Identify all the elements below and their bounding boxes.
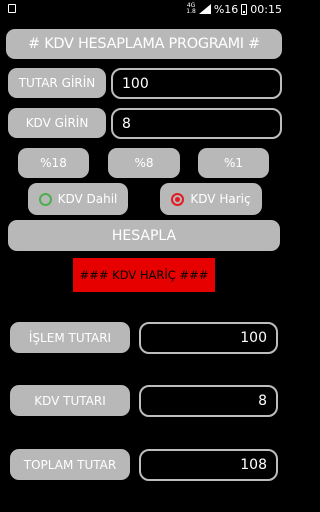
status-bar: 4G 1.8 %16 00:15 (0, 0, 288, 18)
calculate-button[interactable]: HESAPLA (8, 220, 280, 251)
rate-1-button[interactable]: %1 (198, 148, 269, 178)
total-amount-label: TOPLAM TUTAR (10, 449, 130, 480)
signal-icon (198, 4, 211, 14)
clock: 00:15 (250, 2, 282, 16)
amount-input[interactable] (111, 68, 282, 99)
battery-icon (241, 3, 248, 15)
battery-percent: %16 (213, 2, 239, 16)
vat-included-radio[interactable]: KDV Dahil (28, 183, 128, 215)
vat-excluded-label: KDV Hariç (190, 192, 251, 206)
app-title: # KDV HESAPLAMA PROGRAMI # (6, 29, 282, 59)
vat-amount-label: KDV TUTARI (10, 385, 130, 416)
transaction-amount-field[interactable] (139, 322, 278, 354)
vat-included-label: KDV Dahil (57, 192, 118, 206)
transaction-amount-label: İŞLEM TUTARI (10, 322, 130, 353)
radio-checked-icon (171, 192, 185, 206)
rate-18-button[interactable]: %18 (18, 148, 89, 178)
vat-amount-field[interactable] (139, 385, 278, 417)
rate-8-button[interactable]: %8 (108, 148, 180, 178)
app-notification-icon (8, 4, 16, 13)
status-icons: 4G 1.8 %16 00:15 (186, 2, 282, 16)
radio-unchecked-icon (38, 192, 52, 206)
amount-label-button[interactable]: TUTAR GİRİN (8, 68, 106, 98)
network-type: 4G 1.8 (186, 2, 196, 15)
vat-label-button[interactable]: KDV GİRİN (8, 108, 106, 138)
vat-excluded-radio[interactable]: KDV Hariç (160, 183, 262, 215)
vat-input[interactable] (111, 108, 282, 139)
total-amount-field[interactable] (139, 449, 278, 481)
result-banner: ### KDV HARİÇ ### (73, 258, 215, 292)
